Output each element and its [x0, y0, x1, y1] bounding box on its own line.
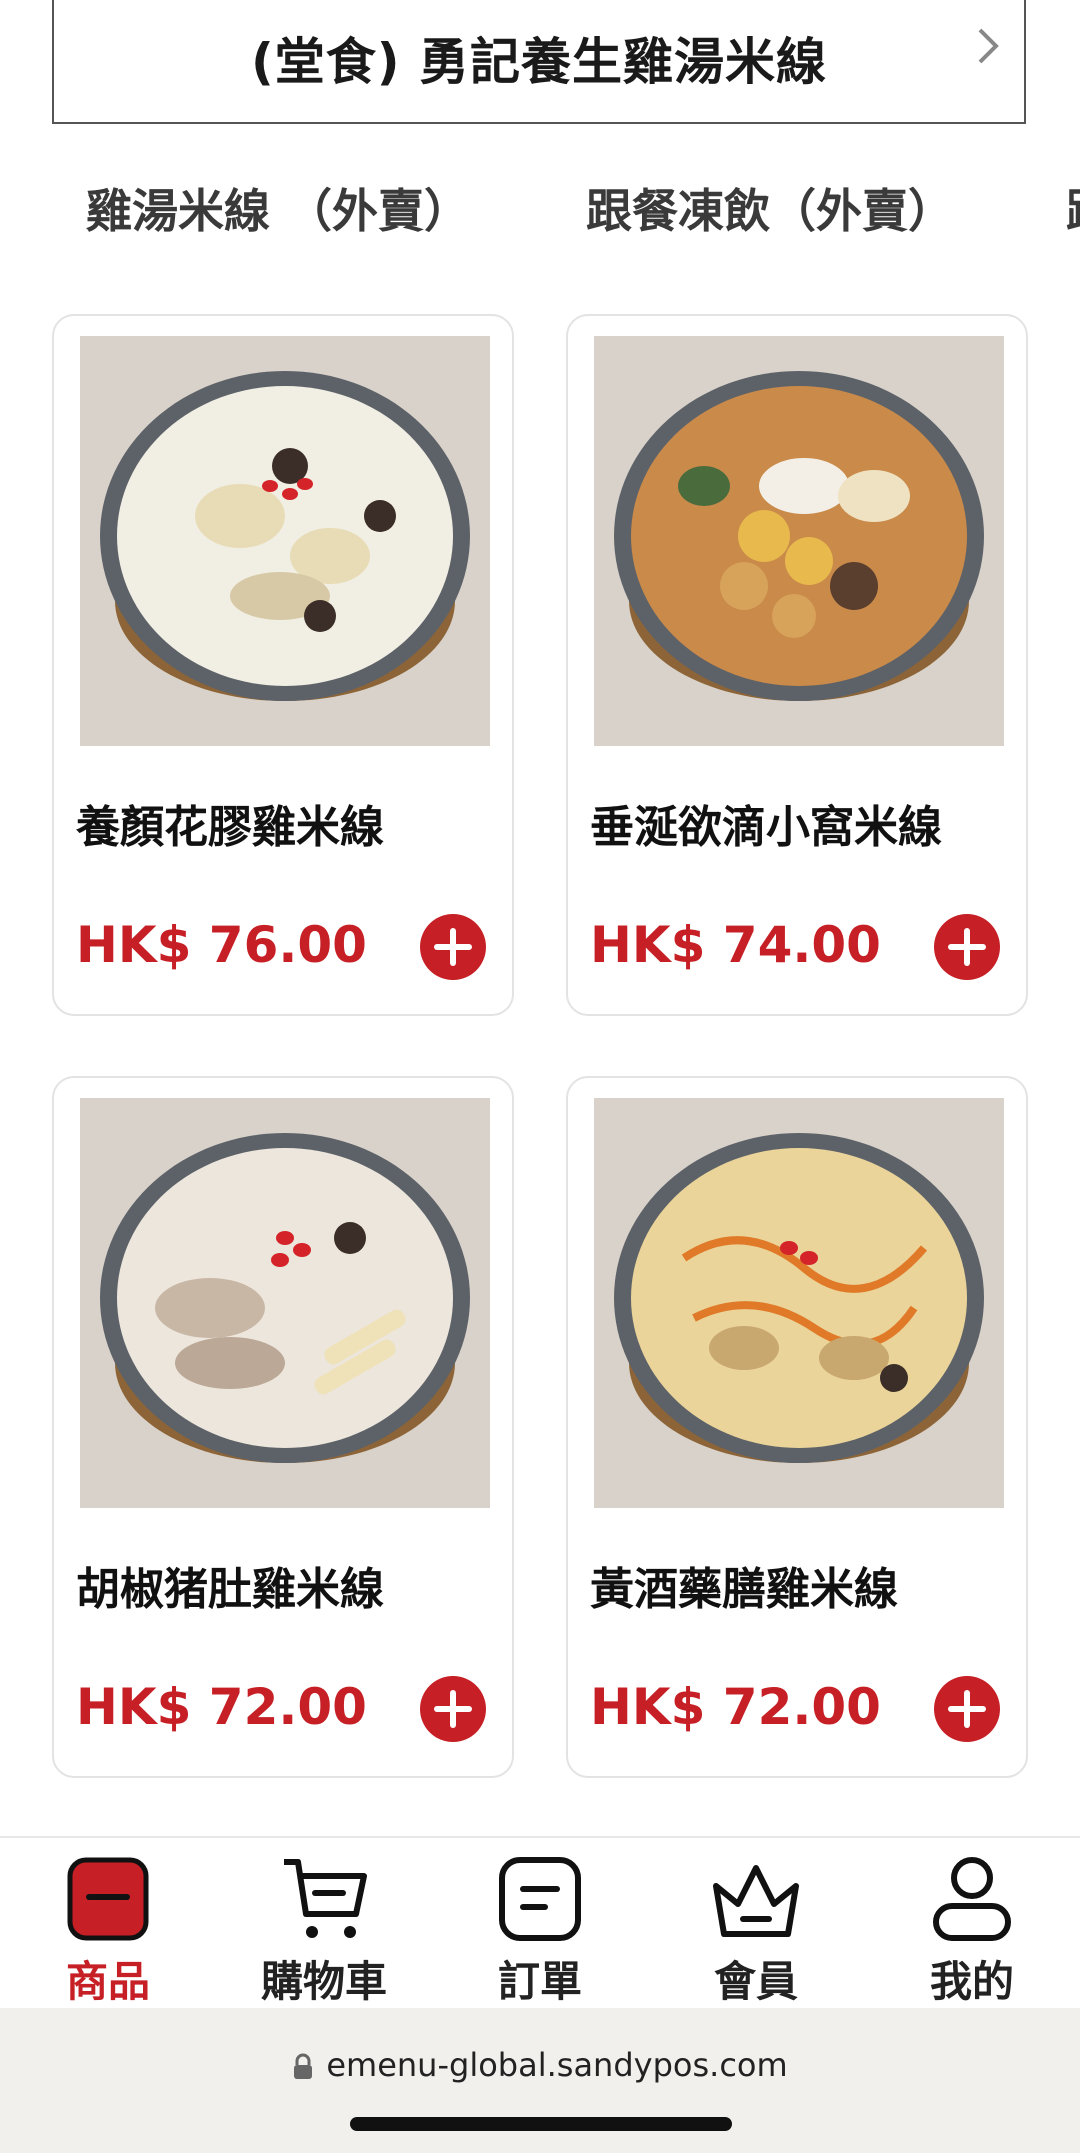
product-card[interactable]: 垂涎欲滴小窩米線 HK$ 74.00 — [566, 314, 1028, 1016]
nav-item-membership[interactable]: 會員 — [648, 1852, 864, 2009]
add-to-cart-button[interactable] — [420, 1676, 486, 1742]
add-to-cart-button[interactable] — [934, 1676, 1000, 1742]
home-indicator[interactable] — [350, 2117, 732, 2131]
crown-icon — [713, 1865, 799, 1937]
product-name: 垂涎欲滴小窩米線 — [590, 802, 942, 853]
product-name: 黃酒藥膳雞米線 — [590, 1564, 898, 1615]
order-icon — [499, 1857, 581, 1941]
nav-label: 我的 — [929, 1957, 1014, 2006]
product-image — [80, 1098, 490, 1508]
product-card[interactable]: 胡椒猪肚雞米線 HK$ 72.00 — [52, 1076, 514, 1778]
bottom-nav: 商品 購物車 訂單 會員 我的 — [0, 1836, 1080, 2010]
nav-item-orders[interactable]: 訂單 — [432, 1852, 648, 2009]
store-header[interactable]: (堂食) 勇記養生雞湯米線 — [52, 0, 1026, 124]
tab-chicken-soup-noodles[interactable]: 雞湯米線 （外賣） — [86, 175, 470, 241]
chevron-right-icon — [978, 28, 999, 64]
product-price: HK$ 72.00 — [590, 1678, 881, 1736]
browser-bar: emenu-global.sandypos.com — [0, 2008, 1080, 2153]
product-image — [594, 336, 1004, 746]
store-title: (堂食) 勇記養生雞湯米線 — [250, 33, 828, 91]
product-name: 胡椒猪肚雞米線 — [76, 1564, 384, 1615]
product-price: HK$ 74.00 — [590, 916, 881, 974]
product-price: HK$ 72.00 — [76, 1678, 367, 1736]
product-card[interactable]: 黃酒藥膳雞米線 HK$ 72.00 — [566, 1076, 1028, 1778]
product-image — [594, 1098, 1004, 1508]
add-to-cart-button[interactable] — [420, 914, 486, 980]
cart-icon — [284, 1859, 367, 1938]
lock-icon — [294, 2053, 313, 2079]
nav-label: 購物車 — [260, 1957, 387, 2006]
product-card[interactable]: 養顏花膠雞米線 HK$ 76.00 — [52, 314, 514, 1016]
nav-label: 商品 — [65, 1957, 150, 2006]
add-to-cart-button[interactable] — [934, 914, 1000, 980]
product-price: HK$ 76.00 — [76, 916, 367, 974]
nav-item-products[interactable]: 商品 — [0, 1852, 216, 2009]
product-icon — [67, 1857, 149, 1941]
address-bar[interactable]: emenu-global.sandypos.com — [0, 2046, 1080, 2084]
tab-set-cold-drinks[interactable]: 跟餐凍飲（外賣） — [586, 175, 954, 241]
product-name: 養顏花膠雞米線 — [76, 802, 384, 853]
user-icon — [933, 1857, 1011, 1941]
product-image — [80, 336, 490, 746]
nav-label: 訂單 — [497, 1957, 582, 2006]
nav-item-profile[interactable]: 我的 — [864, 1852, 1080, 2009]
url-text: emenu-global.sandypos.com — [326, 2046, 788, 2084]
category-tabs: 雞湯米線 （外賣） 跟餐凍飲（外賣） 跟 — [0, 175, 1080, 255]
nav-label: 會員 — [713, 1957, 798, 2006]
tab-more[interactable]: 跟 — [1066, 175, 1080, 241]
nav-item-cart[interactable]: 購物車 — [216, 1852, 432, 2009]
